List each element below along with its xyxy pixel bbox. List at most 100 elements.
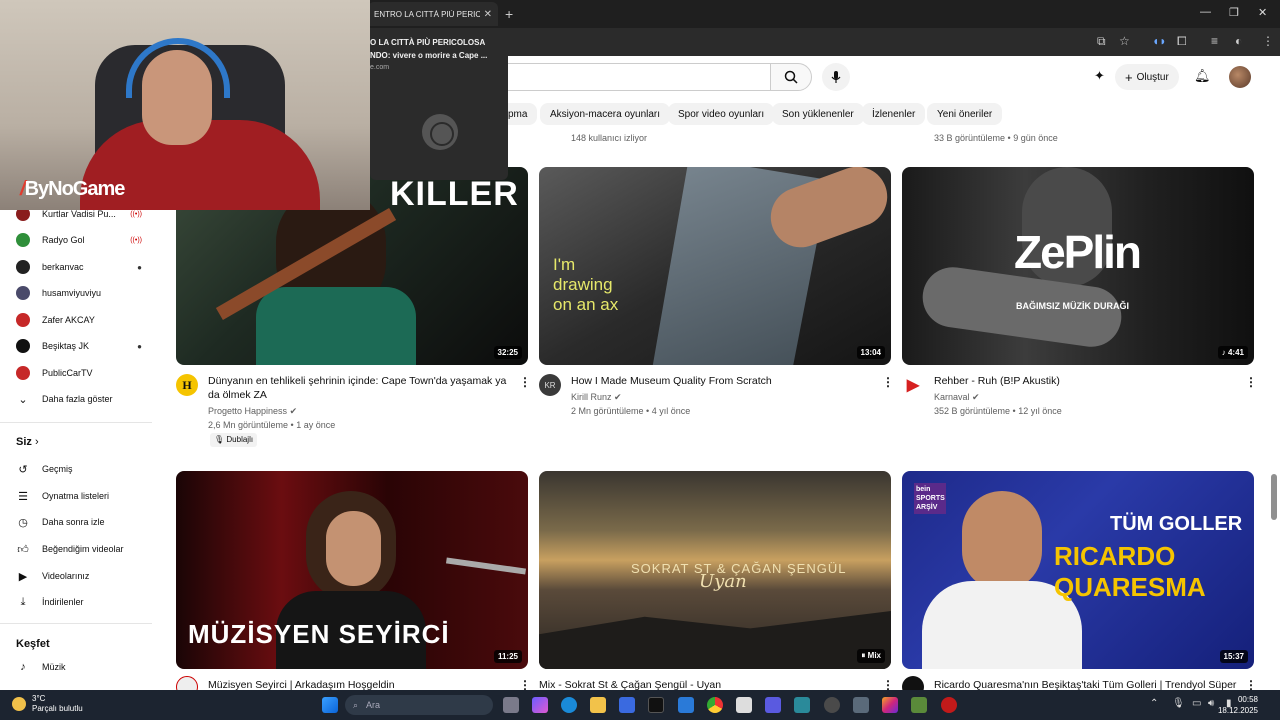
sidebar-sub-zafer-akcay[interactable]: Zafer AKCAY [16, 310, 136, 330]
thumb-hills [539, 611, 891, 669]
search-button[interactable] [770, 63, 812, 91]
account-avatar[interactable] [1229, 66, 1251, 88]
video-stats: 2,6 Mn görüntüleme • 1 ay önce [208, 420, 336, 430]
maximize-icon[interactable]: ❐ [1229, 6, 1239, 19]
video-title[interactable]: Dünyanın en tehlikeli şehrinin içinde: C… [208, 374, 514, 402]
start-icon[interactable] [322, 697, 338, 713]
duration-badge: 32:25 [493, 346, 522, 359]
channel-avatar[interactable]: H [176, 374, 198, 396]
tab-title: ENTRO LA CITTÀ PIÙ PERICOLOSA [374, 9, 480, 19]
webcam-overlay: /ByNoGame [0, 0, 370, 210]
thumb-title-text: ZePlin [1014, 226, 1142, 278]
more-actions-icon[interactable]: ⋮ [519, 375, 531, 389]
browser-tab[interactable]: ENTRO LA CITTÀ PIÙ PERICOLOSA ✕ [368, 2, 498, 26]
edge-icon[interactable] [561, 697, 577, 713]
sidebar-item-label: Geçmiş [42, 464, 73, 474]
taskbar-search[interactable]: ⌕ Ara [345, 695, 493, 715]
sidebar-sub-radyo-gol[interactable]: Radyo Gol ((•)) [16, 230, 142, 250]
app-icon[interactable] [794, 697, 810, 713]
video-thumbnail[interactable]: SOKRAT ST & ÇAĞAN ŞENGÜL Uyan ⏸︎ Mix [539, 471, 891, 669]
more-actions-icon[interactable]: ⋮ [1245, 375, 1257, 389]
chip-sports-games[interactable]: Spor video oyunları [668, 103, 775, 125]
video-thumbnail[interactable]: MÜZİSYEN SEYİRCİ 11:25 [176, 471, 528, 669]
weather-widget[interactable]: 3°C Parçalı bulutlu [12, 694, 83, 714]
sidebar-item-playlists[interactable]: ☰ Oynatma listeleri [16, 486, 136, 506]
store-icon[interactable] [619, 697, 635, 713]
menu-icon[interactable]: ⋮ [1262, 34, 1274, 48]
channel-name[interactable]: Kirill Runz ✔ [571, 390, 622, 404]
channel-name[interactable]: Karnaval ✔ [934, 390, 980, 404]
video-thumbnail[interactable]: bein SPORTS ARŞİV TÜM GOLLER RICARDO QUA… [902, 471, 1254, 669]
clock-time: 00:58 [1237, 695, 1258, 704]
notifications-bell-icon[interactable]: 🔔︎ [1194, 68, 1211, 84]
chip-recently-uploaded[interactable]: Son yüklenenler [772, 103, 864, 125]
video-thumbnail[interactable]: ZePlin BAĞIMSIZ MÜZİK DURAĞI ♪ 4:41 [902, 167, 1254, 365]
new-tab-icon[interactable]: + [505, 6, 513, 22]
video-title[interactable]: How I Made Museum Quality From Scratch [571, 374, 871, 388]
minecraft-icon[interactable] [911, 697, 927, 713]
page-scrollbar[interactable] [1271, 474, 1277, 520]
microphone-tray-icon[interactable]: 🎙︎ [1172, 698, 1185, 709]
video-thumbnail[interactable]: I'm drawing on an ax 13:04 [539, 167, 891, 365]
sidebar-item-label: İndirilenler [42, 597, 84, 607]
snipping-tool-icon[interactable] [736, 697, 752, 713]
close-window-icon[interactable]: ✕ [1258, 6, 1267, 19]
channel-avatar[interactable]: KR [539, 374, 561, 396]
video-title[interactable]: Rehber - Ruh (B!P Akustik) [934, 374, 1234, 388]
volume-icon[interactable]: 🔊︎ [1208, 698, 1214, 709]
sidebar-sub-publiccartv[interactable]: PublicCarTV [16, 363, 136, 383]
task-view-icon[interactable] [503, 697, 519, 713]
sidebar-item-your-videos[interactable]: ▶ Videolarınız [16, 566, 136, 586]
install-app-icon[interactable]: ⧉ [1097, 34, 1106, 49]
app-icon-2[interactable] [853, 697, 869, 713]
profile-icon[interactable]: ◐ [1235, 34, 1242, 48]
sidebar-sub-besiktas[interactable]: Beşiktaş JK ● [16, 336, 142, 356]
channel-avatar[interactable]: ▶ [902, 374, 924, 396]
chevron-down-icon: ⌄ [18, 393, 28, 406]
show-hidden-icons-icon[interactable]: ⌃ [1150, 698, 1158, 709]
thumb-title-text-2: RICARDO QUARESMA [1054, 541, 1206, 602]
copilot-icon[interactable] [532, 697, 548, 713]
sidebar-sub-husamviyuviyu[interactable]: husamviyuviyu [16, 283, 136, 303]
minimize-icon[interactable]: — [1200, 6, 1211, 18]
watch-later-icon: ◷ [18, 516, 28, 529]
voice-search-button[interactable] [822, 63, 850, 91]
chip-new-to-you[interactable]: Yeni öneriler [927, 103, 1003, 125]
network-icon[interactable]: ▭ [1192, 698, 1201, 709]
taskbar [0, 690, 1280, 720]
sidebar-show-more[interactable]: ⌄ Daha fazla göster [16, 389, 136, 409]
file-explorer-icon[interactable] [590, 697, 606, 713]
sidebar: Kurtlar Vadisi Pu... ((•)) Radyo Gol ((•… [0, 200, 160, 690]
obs-icon[interactable] [824, 697, 840, 713]
more-actions-icon[interactable]: ⋮ [882, 375, 894, 389]
sidebar-item-watch-later[interactable]: ◷ Daha sonra izle [16, 512, 136, 532]
app-icon-3[interactable] [941, 697, 957, 713]
tiktok-icon[interactable] [648, 697, 664, 713]
thumb-title-text: MÜZİSYEN SEYİRCİ [188, 619, 450, 649]
instagram-icon[interactable] [882, 697, 898, 713]
teams-icon[interactable] [765, 697, 781, 713]
thumb-script-text: Uyan [699, 571, 747, 592]
extension-audio-icon[interactable]: ◖◗ [1152, 34, 1167, 48]
chip-action-adventure[interactable]: Aksiyon-macera oyunları [540, 103, 671, 125]
sidebar-item-liked[interactable]: 👍︎ Beğendiğim videolar [16, 539, 136, 559]
channel-name[interactable]: Progetto Happiness ✔ [208, 404, 297, 418]
studio-icon[interactable]: ✦ [1094, 68, 1105, 84]
media-icon[interactable]: ≡ [1211, 34, 1218, 48]
sidebar-item-label: Zafer AKCAY [42, 315, 95, 325]
extensions-icon[interactable]: ⧠ [1177, 34, 1187, 49]
close-tab-icon[interactable]: ✕ [484, 9, 492, 20]
sidebar-item-downloads[interactable]: ⤓ İndirilenler [16, 592, 136, 612]
chip-watched[interactable]: İzlenenler [862, 103, 926, 125]
clock[interactable]: 00:58 18.12.2025 [1218, 694, 1258, 716]
sidebar-item-music[interactable]: ♪ Müzik [16, 657, 136, 677]
search-input[interactable] [505, 63, 771, 91]
create-button[interactable]: + Oluştur [1115, 64, 1179, 90]
bookmark-star-icon[interactable]: ☆ [1119, 34, 1130, 48]
sidebar-item-history[interactable]: ↺ Geçmiş [16, 459, 136, 479]
mail-icon[interactable] [678, 697, 694, 713]
you-header[interactable]: Siz › [16, 436, 39, 448]
chrome-icon[interactable] [707, 697, 723, 713]
thumb-title-text: TÜM GOLLER [1110, 513, 1243, 535]
sidebar-sub-berkanvac[interactable]: berkanvac ● [16, 257, 142, 277]
